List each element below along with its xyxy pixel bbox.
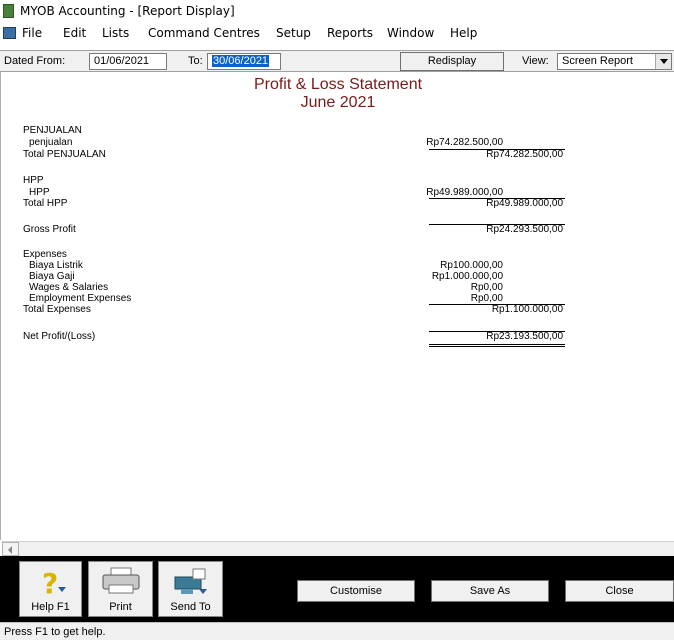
double-underline (429, 344, 565, 345)
menu-window[interactable]: Window (387, 26, 434, 40)
print-button[interactable]: Print (88, 561, 153, 617)
redisplay-button[interactable]: Redisplay (400, 52, 504, 71)
help-button[interactable]: ? Help F1 (19, 561, 82, 617)
printer-icon (102, 567, 139, 594)
menu-edit[interactable]: Edit (63, 26, 86, 40)
section-total-amount: Rp1.100.000,00 (491, 304, 563, 315)
account-row-label: Employment Expenses (29, 293, 132, 304)
section-header: Expenses (23, 249, 67, 260)
dated-from-label: Dated From: (4, 55, 66, 67)
double-underline (429, 346, 565, 347)
status-bar: Press F1 to get help. (0, 622, 674, 640)
print-label: Print (109, 601, 132, 613)
gross-profit-amount: Rp24.293.500,00 (486, 224, 563, 235)
section-total-amount: Rp74.282.500,00 (486, 149, 563, 160)
title-bar: MYOB Accounting - [Report Display] (0, 0, 674, 22)
to-date-field[interactable]: 30/06/2021 (207, 53, 281, 70)
send-to-label: Send To (170, 601, 211, 613)
section-header: HPP (23, 175, 44, 186)
account-row-amount: Rp100.000,00 (440, 260, 503, 271)
report-title: Profit & Loss Statement (253, 76, 423, 93)
send-to-icon (174, 568, 207, 594)
menu-help[interactable]: Help (450, 26, 477, 40)
app-icon (3, 4, 14, 18)
menu-bar: File Edit Lists Command Centres Setup Re… (0, 22, 674, 44)
report-subtitle: June 2021 (300, 94, 376, 111)
net-profit-label: Net Profit/(Loss) (23, 331, 96, 342)
chevron-down-icon[interactable] (655, 54, 671, 69)
account-row-label: penjualan (29, 137, 73, 148)
section-total-label: Total PENJUALAN (23, 149, 106, 160)
customise-button[interactable]: Customise (297, 580, 415, 602)
account-row-amount: Rp1.000.000,00 (431, 271, 503, 282)
scroll-left-icon[interactable] (2, 542, 19, 556)
account-row-amount: Rp49.989.000,00 (426, 187, 503, 198)
account-row-label: Biaya Gaji (29, 271, 75, 282)
net-profit-amount: Rp23.193.500,00 (486, 331, 563, 342)
account-row-label: HPP (29, 187, 50, 198)
account-row-amount: Rp0,00 (470, 293, 503, 304)
gross-profit-label: Gross Profit (23, 224, 76, 235)
account-row-label: Biaya Listrik (29, 260, 83, 271)
document-icon[interactable] (3, 27, 16, 39)
section-total-label: Total Expenses (23, 304, 91, 315)
view-label: View: (522, 55, 549, 67)
window-title: MYOB Accounting - [Report Display] (20, 4, 235, 18)
view-select[interactable]: Screen Report (557, 53, 672, 70)
menu-setup[interactable]: Setup (276, 26, 311, 40)
menu-reports[interactable]: Reports (327, 26, 373, 40)
report-toolbar: Dated From: 01/06/2021 To: 30/06/2021 Re… (0, 50, 674, 72)
to-label: To: (188, 55, 203, 67)
menu-file[interactable]: File (22, 26, 42, 40)
bottom-toolbar: ? Help F1 Print Send To Customise Save A… (0, 556, 674, 622)
help-icon: ? (42, 567, 66, 597)
menu-lists[interactable]: Lists (102, 26, 129, 40)
svg-text:?: ? (42, 567, 58, 597)
section-total-amount: Rp49.989.000,00 (486, 198, 563, 209)
section-total-label: Total HPP (23, 198, 68, 209)
horizontal-scrollbar[interactable] (2, 541, 674, 556)
close-button[interactable]: Close (565, 580, 674, 602)
save-as-button[interactable]: Save As (431, 580, 549, 602)
account-row-amount: Rp0,00 (470, 282, 503, 293)
account-row-label: Wages & Salaries (29, 282, 109, 293)
help-label: Help F1 (31, 601, 70, 613)
menu-command-centres[interactable]: Command Centres (148, 26, 260, 40)
send-to-button[interactable]: Send To (158, 561, 223, 617)
account-row-amount: Rp74.282.500,00 (426, 137, 503, 148)
section-header: PENJUALAN (23, 125, 82, 136)
status-text: Press F1 to get help. (4, 626, 106, 638)
dated-from-field[interactable]: 01/06/2021 (89, 53, 167, 70)
report-view: Profit & Loss Statement June 2021 PENJUA… (0, 72, 674, 540)
